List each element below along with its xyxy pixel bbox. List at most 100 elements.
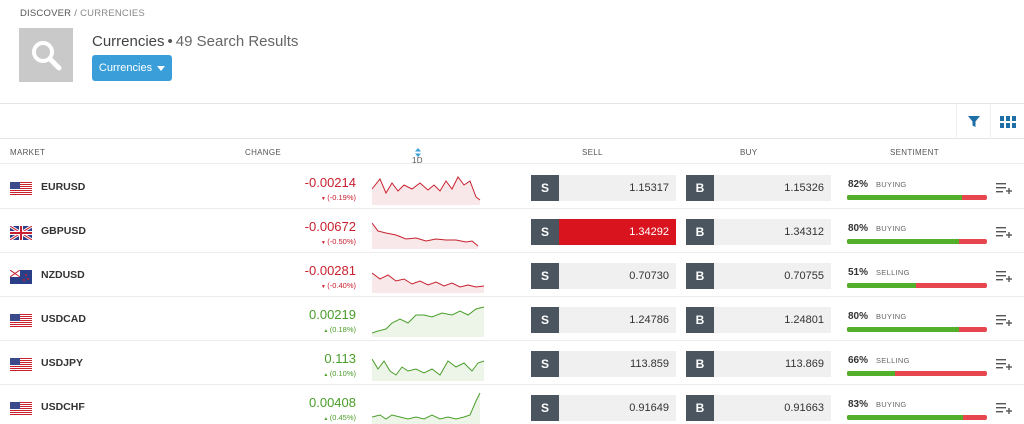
sparkline-chart (372, 272, 485, 293)
add-to-watchlist-icon[interactable] (996, 269, 1012, 283)
buy-price[interactable]: 0.70755 (714, 263, 831, 289)
sentiment-label: BUYING (876, 312, 907, 321)
column-header-1d[interactable]: 1D (412, 148, 423, 165)
sentiment-percent: 80% (848, 223, 869, 234)
sentiment-label: BUYING (876, 224, 907, 233)
column-header-buy[interactable]: BUY (740, 148, 757, 157)
title-bullet: • (167, 33, 173, 50)
market-symbol[interactable]: EURUSD (41, 181, 85, 193)
sell-button[interactable]: S (531, 263, 559, 289)
change-percent-value: (-0.19%) (327, 193, 356, 202)
market-symbol[interactable]: USDCAD (41, 313, 86, 325)
market-row[interactable]: GBPUSD -0.00672 ▼ (-0.50%) S 1.34292 B 1.34312… (0, 209, 1024, 253)
table-header: MARKET CHANGE 1D SELL BUY SENTIMENT (0, 140, 1024, 165)
sell-price[interactable]: 1.15317 (559, 175, 676, 201)
sparkline-line (372, 392, 481, 420)
sell-price[interactable]: 113.859 (559, 351, 676, 377)
market-row[interactable]: NZDUSD -0.00281 ▼ (-0.40%) S 0.70730 B 0.70755… (0, 253, 1024, 297)
sentiment-bar-fill (847, 195, 962, 200)
change-value: -0.00672 (304, 219, 356, 234)
market-symbol[interactable]: USDCHF (41, 401, 85, 413)
filter-icon (967, 115, 980, 127)
buy-price[interactable]: 0.91663 (714, 395, 831, 421)
change-value: 0.00219 (309, 307, 356, 322)
sentiment-label: SELLING (876, 356, 910, 365)
sell-price[interactable]: 1.24786 (559, 307, 676, 333)
sentiment-bar (847, 239, 987, 244)
sentiment-bar-fill (847, 371, 895, 376)
buy-price[interactable]: 113.869 (714, 351, 831, 377)
sell-price[interactable]: 0.70730 (559, 263, 676, 289)
sell-price[interactable]: 0.91649 (559, 395, 676, 421)
change-value: 0.113 (324, 351, 356, 366)
add-to-watchlist-icon[interactable] (996, 181, 1012, 195)
market-row[interactable]: EURUSD -0.00214 ▼ (-0.19%) S 1.15317 B 1.15326… (0, 165, 1024, 209)
column-header-sentiment[interactable]: SENTIMENT (890, 148, 939, 157)
sell-button[interactable]: S (531, 307, 559, 333)
caret-down-icon (157, 65, 166, 71)
uk-flag-icon (10, 226, 32, 240)
buy-button[interactable]: B (686, 351, 714, 377)
column-header-change[interactable]: CHANGE (245, 148, 281, 157)
change-percent: ▼ (-0.50%) (321, 237, 356, 246)
sparkline-chart (372, 306, 485, 337)
add-to-watchlist-icon[interactable] (996, 357, 1012, 371)
grid-view-button[interactable] (990, 104, 1024, 139)
sentiment-bar (847, 195, 987, 200)
us-flag-icon (10, 182, 32, 196)
sentiment-bar (847, 327, 987, 332)
sentiment-bar-fill (847, 415, 964, 420)
buy-price[interactable]: 1.34312 (714, 219, 831, 245)
change-percent: ▼ (-0.40%) (321, 281, 356, 290)
buy-price[interactable]: 1.24801 (714, 307, 831, 333)
column-header-market[interactable]: MARKET (10, 148, 45, 157)
market-row[interactable]: USDCHF 0.00408 ▲ (0.45%) S 0.91649 B 0.91663 83… (0, 385, 1024, 424)
sell-button[interactable]: S (531, 395, 559, 421)
search-results-count: 49 Search Results (175, 33, 299, 50)
category-dropdown-button[interactable]: Currencies (92, 55, 172, 81)
sell-price[interactable]: 1.34292 (559, 219, 676, 245)
change-percent: ▼ (-0.19%) (321, 193, 356, 202)
market-row[interactable]: USDCAD 0.00219 ▲ (0.18%) S 1.24786 B 1.24801 80… (0, 297, 1024, 341)
breadcrumb-discover-link[interactable]: DISCOVER (20, 8, 71, 19)
buy-button[interactable]: B (686, 395, 714, 421)
buy-button[interactable]: B (686, 175, 714, 201)
filter-button[interactable] (956, 104, 990, 139)
breadcrumb: DISCOVER / CURRENCIES (20, 8, 145, 19)
sell-button[interactable]: S (531, 219, 559, 245)
sell-button[interactable]: S (531, 175, 559, 201)
market-symbol[interactable]: GBPUSD (41, 225, 86, 237)
change-percent-value: (-0.50%) (327, 237, 356, 246)
market-symbol[interactable]: USDJPY (41, 357, 83, 369)
add-to-watchlist-icon[interactable] (996, 225, 1012, 239)
nz-flag-icon (10, 270, 32, 284)
sell-button[interactable]: S (531, 351, 559, 377)
sparkline-area (372, 359, 484, 381)
buy-button[interactable]: B (686, 307, 714, 333)
buy-button[interactable]: B (686, 263, 714, 289)
column-header-sell[interactable]: SELL (582, 148, 603, 157)
add-to-watchlist-icon[interactable] (996, 313, 1012, 327)
sentiment-percent: 51% (848, 267, 869, 278)
sentiment-label: BUYING (876, 400, 907, 409)
grid-view-icon (999, 115, 1016, 128)
us-flag-icon (10, 314, 32, 328)
sparkline-chart (372, 392, 481, 424)
buy-button[interactable]: B (686, 219, 714, 245)
change-percent-value: (0.10%) (329, 369, 356, 378)
sentiment-bar-fill (847, 327, 959, 332)
change-value: 0.00408 (309, 395, 356, 410)
change-value: -0.00281 (304, 263, 356, 278)
add-to-watchlist-icon[interactable] (996, 401, 1012, 415)
change-percent-value: (0.18%) (329, 325, 356, 334)
category-thumbnail (19, 28, 73, 82)
change-percent: ▲ (0.45%) (323, 413, 356, 422)
buy-price[interactable]: 1.15326 (714, 175, 831, 201)
market-row[interactable]: USDJPY 0.113 ▲ (0.10%) S 113.859 B 113.869 66% S… (0, 341, 1024, 385)
sentiment-bar (847, 415, 987, 420)
market-symbol[interactable]: NZDUSD (41, 269, 85, 281)
column-header-1d-label: 1D (412, 156, 423, 165)
sentiment-percent: 66% (848, 355, 869, 366)
sentiment-label: SELLING (876, 268, 910, 277)
sentiment-bar (847, 283, 987, 288)
